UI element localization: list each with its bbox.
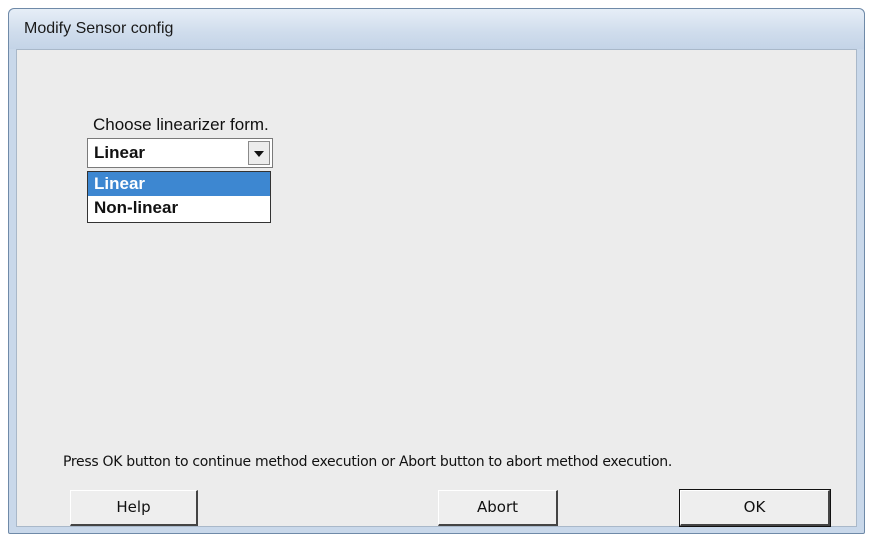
linearizer-combobox[interactable]: Linear <box>87 138 273 168</box>
dropdown-option-linear[interactable]: Linear <box>88 172 270 196</box>
dialog-window: Modify Sensor config Choose linearizer f… <box>8 8 865 534</box>
instruction-text: Press OK button to continue method execu… <box>63 454 673 470</box>
linearizer-dropdown-list: Linear Non-linear <box>87 171 271 223</box>
dialog-body: Choose linearizer form. Linear Linear No… <box>16 49 857 527</box>
help-button[interactable]: Help <box>70 490 198 526</box>
window-title: Modify Sensor config <box>24 20 174 37</box>
abort-button[interactable]: Abort <box>438 490 558 526</box>
chevron-down-icon[interactable] <box>248 141 270 165</box>
linearizer-prompt-label: Choose linearizer form. <box>93 115 269 134</box>
ok-button[interactable]: OK <box>679 489 831 527</box>
dropdown-option-non-linear[interactable]: Non-linear <box>88 196 270 220</box>
combobox-selected-value: Linear <box>94 143 146 162</box>
title-bar[interactable]: Modify Sensor config <box>9 9 864 49</box>
